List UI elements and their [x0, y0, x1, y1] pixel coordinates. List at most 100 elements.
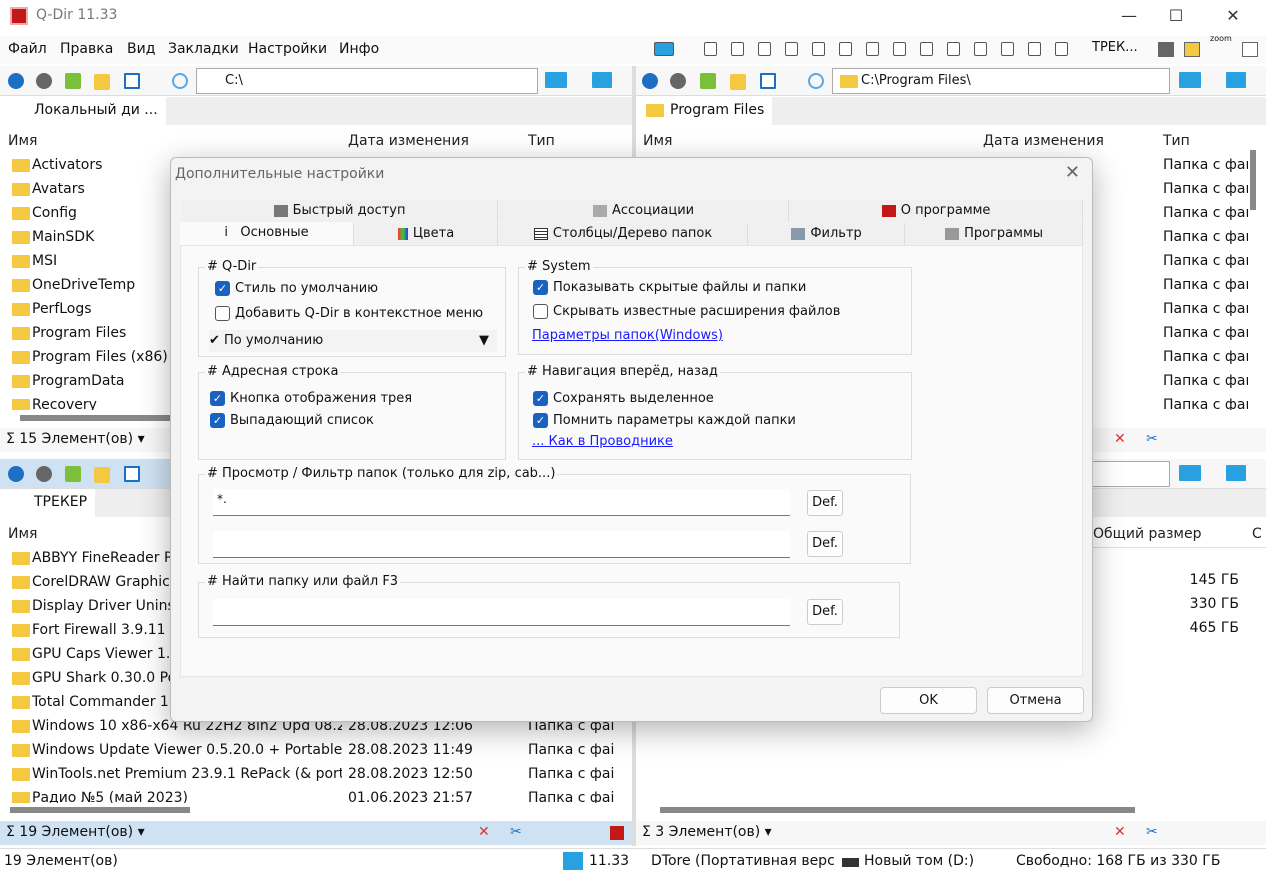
up-folder-icon[interactable] [65, 73, 81, 89]
menu-edit[interactable]: Правка [60, 41, 113, 57]
tab-quick-access[interactable]: Быстрый доступ [181, 200, 498, 222]
column-type[interactable]: Тип [1163, 133, 1190, 149]
folder-options-link[interactable]: Параметры папок(Windows) [532, 328, 723, 343]
column-date[interactable]: Дата изменения [983, 133, 1104, 149]
find-input[interactable] [213, 599, 790, 626]
dropdown-list-checkbox[interactable]: ✓ Выпадающий список [210, 413, 374, 428]
style-dropdown[interactable]: ✔ По умолчанию ▼ [209, 330, 497, 352]
layout-icon[interactable] [947, 42, 960, 56]
list-item[interactable]: Радио №5 (май 2023) 01.06.2023 21:57 Папка… [0, 787, 632, 803]
menu-file[interactable]: Файл [8, 41, 47, 57]
tab-filter[interactable]: Фильтр [748, 223, 905, 245]
tab-about[interactable]: О программе [789, 200, 1083, 222]
layout-icon[interactable] [704, 42, 717, 56]
print-icon[interactable] [1158, 42, 1174, 57]
layout-icon[interactable] [654, 42, 674, 56]
item-count[interactable]: 19 Элемент(ов) [19, 824, 133, 840]
up-folder-icon[interactable] [700, 73, 716, 89]
cut-icon[interactable]: ✂ [1146, 824, 1158, 840]
save-selection-checkbox[interactable]: ✓ Сохранять выделенное [533, 391, 714, 406]
column-name[interactable]: Имя [8, 133, 37, 149]
ok-button[interactable]: OK [880, 687, 977, 714]
monitor-icon[interactable] [592, 72, 612, 88]
forward-icon[interactable] [36, 466, 52, 482]
layout-icon[interactable] [1001, 42, 1014, 56]
back-icon[interactable] [642, 73, 658, 89]
list-item-type[interactable]: Папка с фай [1163, 373, 1248, 397]
layout-icon[interactable] [785, 42, 798, 56]
monitor-icon[interactable] [1226, 72, 1246, 88]
drive-size[interactable]: 145 ГБ [1190, 572, 1239, 596]
layout-icon[interactable] [731, 42, 744, 56]
close-button[interactable]: ✕ [1210, 0, 1256, 32]
back-icon[interactable] [8, 466, 24, 482]
menu-view[interactable]: Вид [127, 41, 155, 57]
list-item-type[interactable]: Папка с фай [1163, 277, 1248, 301]
column-free[interactable]: С [1252, 526, 1262, 542]
layout-icon[interactable] [812, 42, 825, 56]
maximize-button[interactable]: ☐ [1153, 0, 1199, 32]
menu-bookmarks[interactable]: Закладки [168, 41, 239, 57]
new-folder-icon[interactable] [94, 467, 110, 483]
drive-size[interactable]: 330 ГБ [1190, 596, 1239, 620]
find-def-button[interactable]: Def. [807, 599, 843, 625]
delete-icon[interactable]: ✕ [1114, 824, 1126, 840]
dialog-close-button[interactable]: ✕ [1065, 162, 1080, 183]
view-icon[interactable] [760, 73, 776, 89]
forward-icon[interactable] [670, 73, 686, 89]
cancel-button[interactable]: Отмена [987, 687, 1084, 714]
color-icon[interactable] [1179, 465, 1201, 481]
qdir-icon[interactable] [610, 826, 624, 840]
filter-input-1[interactable]: *. [213, 489, 790, 516]
layout-icon[interactable] [758, 42, 771, 56]
context-menu-checkbox[interactable]: Добавить Q-Dir в контекстное меню [215, 306, 483, 321]
drive-size[interactable]: 465 ГБ [1190, 620, 1239, 644]
layout-icon[interactable] [920, 42, 933, 56]
item-count[interactable]: 15 Элемент(ов) [19, 431, 133, 447]
top-right-vscroll[interactable] [1250, 150, 1256, 210]
layout-icon[interactable] [866, 42, 879, 56]
like-explorer-link[interactable]: ... Как в Проводнике [532, 434, 673, 449]
show-hidden-checkbox[interactable]: ✓ Показывать скрытые файлы и папки [533, 280, 806, 295]
up-folder-icon[interactable] [65, 466, 81, 482]
list-item-type[interactable]: Папка с фай [1163, 301, 1248, 325]
refresh-icon[interactable] [808, 73, 824, 89]
list-item-type[interactable]: Папка с фай [1163, 253, 1248, 277]
tab-columns-tree[interactable]: Столбцы/Дерево папок [498, 223, 748, 245]
tab-local-disk[interactable]: Локальный ди ... [0, 97, 166, 125]
menu-info[interactable]: Инфо [339, 41, 379, 57]
layout-icon[interactable] [893, 42, 906, 56]
list-item[interactable]: Windows Update Viewer 0.5.20.0 + Portabl… [0, 739, 632, 763]
view-icon[interactable] [124, 73, 140, 89]
default-style-checkbox[interactable]: ✓ Стиль по умолчанию [215, 281, 378, 296]
list-item-type[interactable]: Папка с фай [1163, 349, 1248, 373]
layout-icon[interactable] [1028, 42, 1041, 56]
list-item-type[interactable]: Папка с фай [1163, 181, 1248, 205]
list-item-type[interactable]: Папка с фай [1163, 205, 1248, 229]
layout-icon[interactable] [1055, 42, 1068, 56]
column-total-size[interactable]: Общий размер [1093, 526, 1201, 542]
list-item-type[interactable]: Папка с фай [1163, 397, 1248, 410]
top-left-scrollbar[interactable] [20, 415, 170, 421]
column-date[interactable]: Дата изменения [348, 133, 469, 149]
new-folder-icon[interactable] [730, 74, 746, 90]
tab-treker[interactable]: ТРЕКЕР [0, 489, 96, 517]
bottom-left-scrollbar[interactable] [10, 807, 190, 813]
tab-general[interactable]: i Основные [180, 222, 354, 246]
remember-folder-checkbox[interactable]: ✓ Помнить параметры каждой папки [533, 413, 796, 428]
delete-icon[interactable]: ✕ [1114, 431, 1126, 447]
favorites-icon[interactable] [1184, 42, 1200, 57]
list-item-type[interactable]: Папка с фай [1163, 325, 1248, 349]
layout-icon[interactable] [839, 42, 852, 56]
bookmark-dropdown[interactable]: ТРЕК... [1092, 40, 1138, 55]
item-count[interactable]: 3 Элемент(ов) [655, 824, 760, 840]
new-folder-icon[interactable] [94, 74, 110, 90]
forward-icon[interactable] [36, 73, 52, 89]
column-type[interactable]: Тип [528, 133, 555, 149]
filter-def-button-2[interactable]: Def. [807, 531, 843, 557]
color-icon[interactable] [1179, 72, 1201, 88]
menu-settings[interactable]: Настройки [248, 41, 327, 57]
address-bar[interactable]: C:\Program Files\ [832, 68, 1170, 94]
view-icon[interactable] [124, 466, 140, 482]
list-item[interactable]: WinTools.net Premium 23.9.1 RePack (& po… [0, 763, 632, 787]
